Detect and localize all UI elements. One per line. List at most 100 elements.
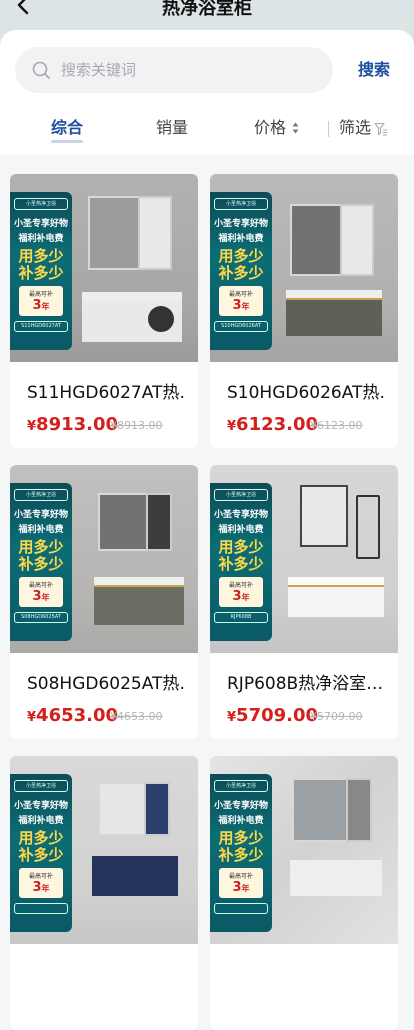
product-card[interactable]: 小圣热净卫浴 小圣专享好物 福利补电费 用多少 补多少 最高可补 3年 S10H… [210,174,398,448]
product-card[interactable]: 小圣热净卫浴 小圣专享好物 福利补电费 用多少 补多少 最高可补 3年 S11H… [10,174,198,448]
badge-slogan-line1: 用多少 [18,538,64,556]
badge-slogan-line2: 补多少 [218,555,264,573]
brand-logo: 小圣热净卫浴 [14,780,68,792]
cabinet-part [290,860,382,896]
page-title: 热净浴室柜 [162,0,252,19]
promo-badge: 小圣热净卫浴 小圣专享好物 福利补电费 用多少 补多少 最高可补 3年 S10H… [210,192,272,350]
promo-badge: 小圣热净卫浴 小圣专享好物 福利补电费 用多少 补多少 最高可补 3年 [210,774,272,932]
original-price: ¥5709.00 [310,710,363,723]
cabinet-part [146,493,172,551]
cabinet-part [148,306,174,332]
divider [328,121,329,137]
badge-line1: 小圣专享好物 [13,801,68,811]
badge-line2: 福利补电费 [18,816,64,826]
cabinet-part [340,204,374,276]
warranty-years: 3年 [219,880,263,896]
badge-line2: 福利补电费 [218,816,264,826]
cabinet-part [288,577,384,585]
sort-tab-all[interactable]: 综合 [51,116,84,143]
cabinet-part [292,778,350,842]
cabinet-part [286,298,382,336]
product-image: 小圣热净卫浴 小圣专享好物 福利补电费 用多少 补多少 最高可补 3年 S10H… [210,174,398,362]
warranty-years: 3年 [19,880,63,896]
badge-warranty: 最高可补 3年 [19,868,63,898]
brand-logo: 小圣热净卫浴 [214,489,268,501]
cabinet-part [88,196,142,270]
search-icon [32,61,50,79]
badge-slogan: 用多少 补多少 [18,248,63,282]
badge-line1: 小圣专享好物 [213,510,268,520]
cabinet-part [356,495,380,559]
search-and-sort-area: 搜索 综合 销量 价格 筛选 [0,30,414,155]
product-image: 小圣热净卫浴 小圣专享好物 福利补电费 用多少 补多少 最高可补 3年 S08H… [10,465,198,653]
product-card[interactable]: 小圣热净卫浴 小圣专享好物 福利补电费 用多少 补多少 最高可补 3年 [210,756,398,1030]
search-box[interactable] [15,47,333,93]
promo-badge: 小圣热净卫浴 小圣专享好物 福利补电费 用多少 补多少 最高可补 3年 [10,774,72,932]
badge-warranty: 最高可补 3年 [219,286,263,316]
warranty-unit: 年 [241,593,250,602]
cabinet-part [98,493,150,551]
promo-badge: 小圣热净卫浴 小圣专享好物 福利补电费 用多少 补多少 最高可补 3年 S11H… [10,192,72,350]
warranty-years: 3年 [219,589,263,605]
cabinet-part [300,485,348,547]
badge-line1: 小圣专享好物 [213,801,268,811]
sort-tab-sales[interactable]: 销量 [156,116,188,140]
product-card[interactable]: 小圣热净卫浴 小圣专享好物 福利补电费 用多少 补多少 最高可补 3年 S08H… [10,465,198,739]
currency-symbol: ¥ [227,710,237,725]
product-card[interactable]: 小圣热净卫浴 小圣专享好物 福利补电费 用多少 补多少 最高可补 3年 RJP6… [210,465,398,739]
price-amount: 8913.00 [36,414,119,435]
warranty-label: 最高可补 [228,291,253,298]
badge-warranty: 最高可补 3年 [219,577,263,607]
badge-model-code [214,903,268,914]
badge-slogan-line1: 用多少 [18,247,64,265]
cabinet-part [290,204,344,276]
sort-bar: 综合 销量 价格 筛选 [0,116,414,143]
original-price: ¥6123.00 [310,419,363,432]
warranty-years-value: 3 [32,589,42,604]
badge-line1: 小圣专享好物 [213,219,268,229]
badge-slogan-line1: 用多少 [218,247,264,265]
currency-symbol: ¥ [27,710,37,725]
brand-logo: 小圣热净卫浴 [14,198,68,210]
search-input[interactable] [59,60,303,80]
warranty-years-value: 3 [232,298,242,313]
brand-logo: 小圣热净卫浴 [214,780,268,792]
cabinet-part [94,585,184,625]
cabinet-part [92,856,178,896]
warranty-years: 3年 [19,298,63,314]
search-button[interactable]: 搜索 [352,58,396,82]
badge-slogan: 用多少 补多少 [218,539,263,573]
warranty-unit: 年 [41,302,50,311]
warranty-label: 最高可补 [28,873,53,880]
product-card[interactable]: 小圣热净卫浴 小圣专享好物 福利补电费 用多少 补多少 最高可补 3年 [10,756,198,1030]
product-image: 小圣热净卫浴 小圣专享好物 福利补电费 用多少 补多少 最高可补 3年 [10,756,198,944]
product-image: 小圣热净卫浴 小圣专享好物 福利补电费 用多少 补多少 最高可补 3年 RJP6… [210,465,398,653]
cabinet-part [82,292,182,300]
warranty-label: 最高可补 [28,291,53,298]
badge-slogan-line2: 补多少 [18,264,64,282]
product-title: S10HGD6026AT热… [227,383,387,403]
badge-line2: 福利补电费 [18,525,64,535]
cabinet-part [346,778,372,842]
sort-tab-price[interactable]: 价格 [254,116,286,140]
warranty-label: 最高可补 [228,582,253,589]
warranty-years-value: 3 [32,880,42,895]
badge-slogan-line2: 补多少 [218,264,264,282]
cabinet-part [288,585,384,617]
product-price: ¥8913.00 [27,414,118,435]
product-price: ¥4653.00 [27,705,118,726]
warranty-years: 3年 [19,589,63,605]
badge-model-code: S11HGD6027AT [14,321,68,332]
currency-symbol: ¥ [227,419,237,434]
product-price: ¥5709.00 [227,705,318,726]
brand-logo: 小圣热净卫浴 [14,489,68,501]
content-panel: 搜索 综合 销量 价格 筛选 [0,30,414,875]
badge-model-code: S10HGD6026AT [214,321,268,332]
badge-slogan: 用多少 补多少 [218,830,263,864]
sort-tab-filter[interactable]: 筛选 [339,116,371,140]
promo-badge: 小圣热净卫浴 小圣专享好物 福利补电费 用多少 补多少 最高可补 3年 S08H… [10,483,72,641]
warranty-unit: 年 [41,593,50,602]
original-price: ¥4653.00 [110,710,163,723]
badge-slogan-line1: 用多少 [218,829,264,847]
cabinet-part [144,782,170,836]
